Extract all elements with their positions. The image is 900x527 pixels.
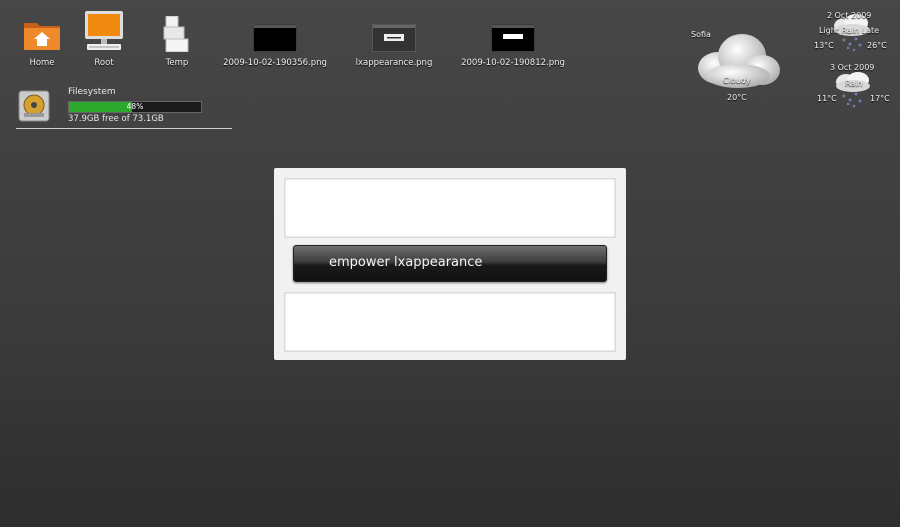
hard-drive-icon <box>16 87 52 123</box>
weather-city: Sofia <box>691 30 711 39</box>
desktop-icon-screenshot-2[interactable]: 2009-10-02-190812.png <box>461 12 565 68</box>
weather-temperature: 20°C <box>727 93 747 102</box>
filesystem-widget: Filesystem 48% 37.9GB free of 73.1GB <box>16 84 232 129</box>
launcher-dialog: empower lxappearance <box>274 168 626 360</box>
weather-condition: Cloudy <box>723 76 751 85</box>
forecast-high: 26°C <box>867 41 887 50</box>
filesystem-usage-percent: 48% <box>126 102 144 111</box>
dialog-top-panel <box>284 178 616 238</box>
filesystem-usage-bar: 48% <box>68 101 202 113</box>
forecast-high: 17°C <box>870 94 890 103</box>
forecast-date: 2 Oct 2009 <box>827 11 872 20</box>
desktop-icon-lxappearance[interactable]: lxappearance.png <box>346 12 442 68</box>
empower-lxappearance-button[interactable]: empower lxappearance <box>293 245 607 282</box>
filesystem-title: Filesystem <box>68 87 116 97</box>
desktop-icon-label: lxappearance.png <box>355 58 433 68</box>
empower-button-label: empower lxappearance <box>329 255 483 270</box>
forecast-date: 3 Oct 2009 <box>830 63 875 72</box>
boxes-icon <box>162 12 192 52</box>
image-thumbnail-icon <box>253 12 297 52</box>
forecast-low: 13°C <box>814 41 834 50</box>
desktop-icon-label: Temp <box>165 58 189 68</box>
desktop-icon-label: Root <box>94 58 114 68</box>
forecast-low: 11°C <box>817 94 837 103</box>
filesystem-free-space: 37.9GB free of 73.1GB <box>68 114 164 124</box>
image-thumbnail-icon <box>491 12 535 52</box>
dialog-bottom-panel <box>284 292 616 352</box>
rain-cloud-icon <box>836 72 870 108</box>
forecast-condition: Light Rain Late <box>819 26 880 35</box>
image-thumbnail-icon <box>372 12 416 52</box>
desktop-icon-label: 2009-10-02-190812.png <box>461 58 565 68</box>
desktop-icon-label: Home <box>29 58 55 68</box>
desktop-icon-screenshot-1[interactable]: 2009-10-02-190356.png <box>223 12 327 68</box>
computer-icon <box>83 11 125 52</box>
desktop-icon-label: 2009-10-02-190356.png <box>223 58 327 68</box>
desktop-icon-temp[interactable]: Temp <box>129 12 225 68</box>
forecast-condition: Rain <box>845 79 863 88</box>
